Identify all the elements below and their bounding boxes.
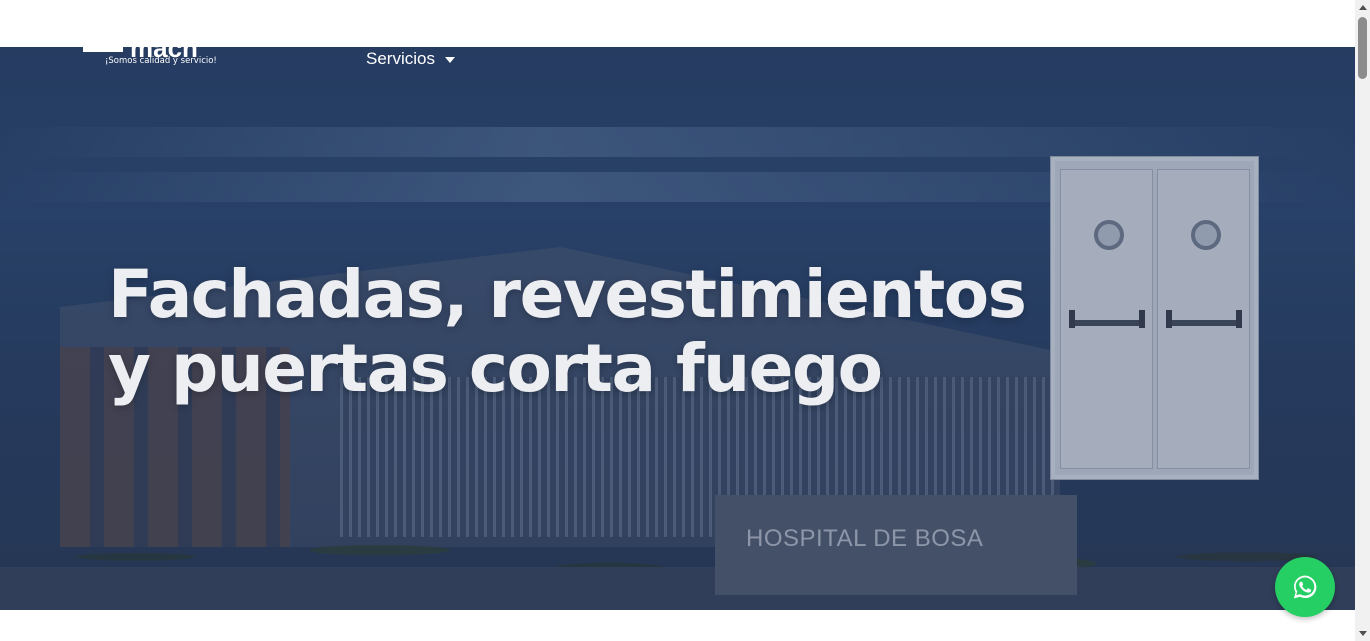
hero-title-line-2: y puertas corta fuego [108,330,883,407]
caret-down-icon [444,57,455,63]
hero-title-line-1: Fachadas, revestimientos [108,256,1027,333]
scroll-thumb[interactable] [1358,17,1367,79]
scroll-up-arrow-icon[interactable] [1355,0,1370,15]
nav-servicios-label: Servicios [366,49,435,68]
vertical-scrollbar[interactable] [1355,0,1370,641]
logo-mark [83,47,123,52]
whatsapp-button[interactable] [1275,557,1335,617]
hero-title: Fachadas, revestimientos y puertas corta… [108,258,1058,406]
whatsapp-icon [1293,575,1317,599]
logo-tagline: ¡Somos calidad y servicio! [105,56,217,66]
nav-servicios-dropdown[interactable]: Servicios [366,49,455,69]
site-logo[interactable]: macn ¡Somos calidad y servicio! [83,47,243,77]
top-blank-bar [0,0,1355,47]
scroll-down-arrow-icon[interactable] [1355,626,1370,641]
